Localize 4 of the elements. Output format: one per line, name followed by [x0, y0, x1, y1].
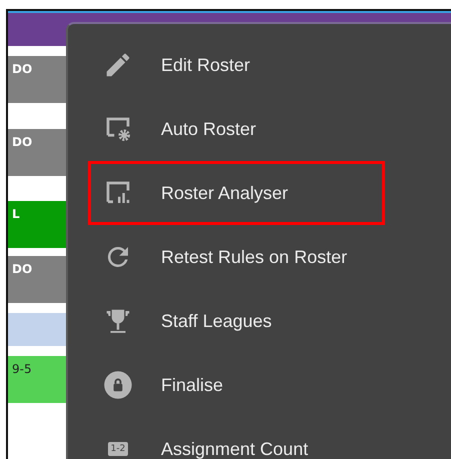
menu-item[interactable]: Roster Analyser [88, 161, 385, 225]
lock-icon [103, 370, 133, 400]
menu-item[interactable]: 1-2 Assignment Count [88, 417, 385, 459]
count-icon: 1-2 [108, 442, 128, 456]
